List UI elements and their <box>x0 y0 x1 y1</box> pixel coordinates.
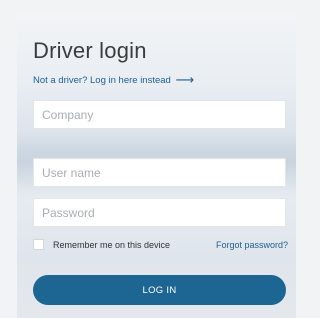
arrow-right-icon: ⟶ <box>175 72 195 87</box>
remember-me-label: Remember me on this device <box>53 239 171 250</box>
company-field[interactable] <box>33 100 286 129</box>
not-driver-link-label: Not a driver? Log in here instead <box>33 75 171 86</box>
not-driver-link[interactable]: Not a driver? Log in here instead ⟶ <box>33 71 194 87</box>
login-button[interactable]: LOG IN <box>33 275 286 305</box>
forgot-password-link[interactable]: Forgot password? <box>216 240 288 250</box>
login-panel: Driver login Not a driver? Log in here i… <box>17 14 296 318</box>
username-field[interactable] <box>33 158 286 187</box>
remember-me: Remember me on this device <box>33 239 170 250</box>
password-field[interactable] <box>33 198 286 227</box>
page-title: Driver login <box>33 38 147 63</box>
remember-me-checkbox[interactable] <box>33 239 44 250</box>
